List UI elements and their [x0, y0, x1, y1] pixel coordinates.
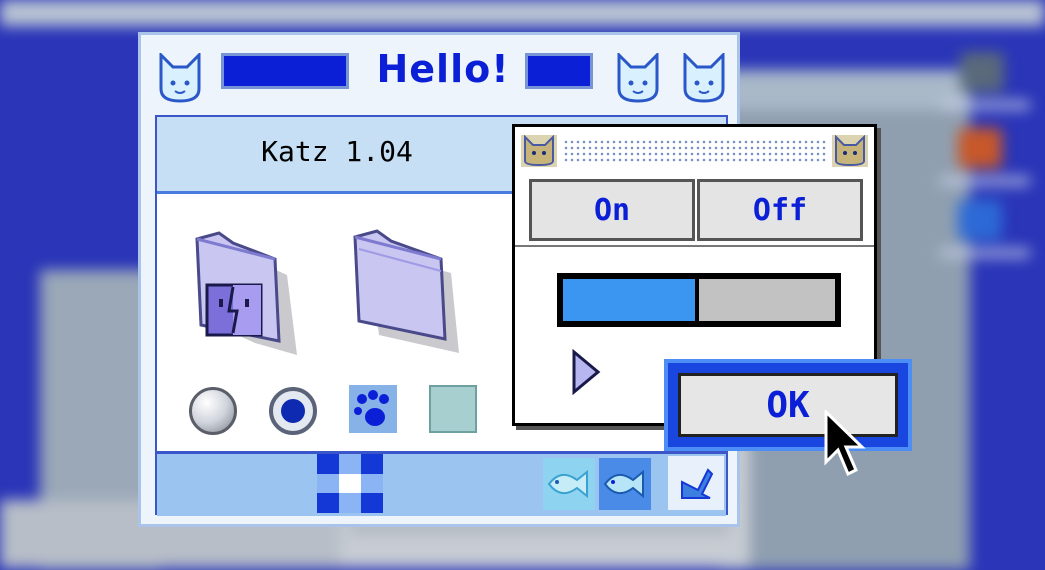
desktop-document-icon[interactable] — [958, 200, 1002, 240]
cat-face-icon[interactable] — [832, 135, 868, 167]
ok-button-frame: OK — [664, 359, 912, 451]
cat-face-icon[interactable] — [681, 53, 727, 103]
checkerboard-icon[interactable] — [317, 454, 383, 513]
title-stripe-right — [525, 53, 593, 89]
title-drag-pattern[interactable] — [563, 139, 826, 163]
slider-track[interactable] — [563, 279, 835, 321]
radio-button-unselected[interactable] — [189, 387, 237, 435]
desktop-drive-icon[interactable] — [960, 52, 1004, 92]
dialog-divider — [515, 245, 874, 247]
cat-face-icon[interactable] — [157, 53, 203, 103]
slider-fill — [563, 279, 699, 321]
app-name-label: Katz 1.04 — [261, 135, 413, 168]
finder-folder-icon[interactable] — [189, 229, 299, 359]
title-stripe-left — [221, 53, 349, 89]
folder-icon[interactable] — [349, 229, 479, 359]
window-title: Hello! — [376, 47, 510, 91]
cat-face-icon[interactable] — [521, 135, 557, 167]
cat-face-icon[interactable] — [615, 53, 661, 103]
dialog-title-bar[interactable] — [515, 127, 874, 173]
fish-icon[interactable] — [543, 458, 595, 510]
on-button[interactable]: On — [529, 179, 695, 241]
play-triangle-icon[interactable] — [571, 349, 601, 395]
resize-grip-icon[interactable] — [668, 456, 724, 510]
color-swatch[interactable] — [429, 385, 477, 433]
title-bar[interactable]: Hello! — [141, 35, 737, 113]
radio-button-selected[interactable] — [269, 387, 317, 435]
mouse-pointer-icon — [824, 410, 866, 477]
bottom-bar — [157, 451, 726, 516]
paw-print-icon[interactable] — [349, 385, 397, 433]
desktop-app-icon[interactable] — [958, 128, 1002, 168]
off-button[interactable]: Off — [697, 179, 863, 241]
desktop-menubar — [0, 0, 1045, 26]
fish-icon[interactable] — [599, 458, 651, 510]
level-slider[interactable] — [557, 273, 841, 327]
